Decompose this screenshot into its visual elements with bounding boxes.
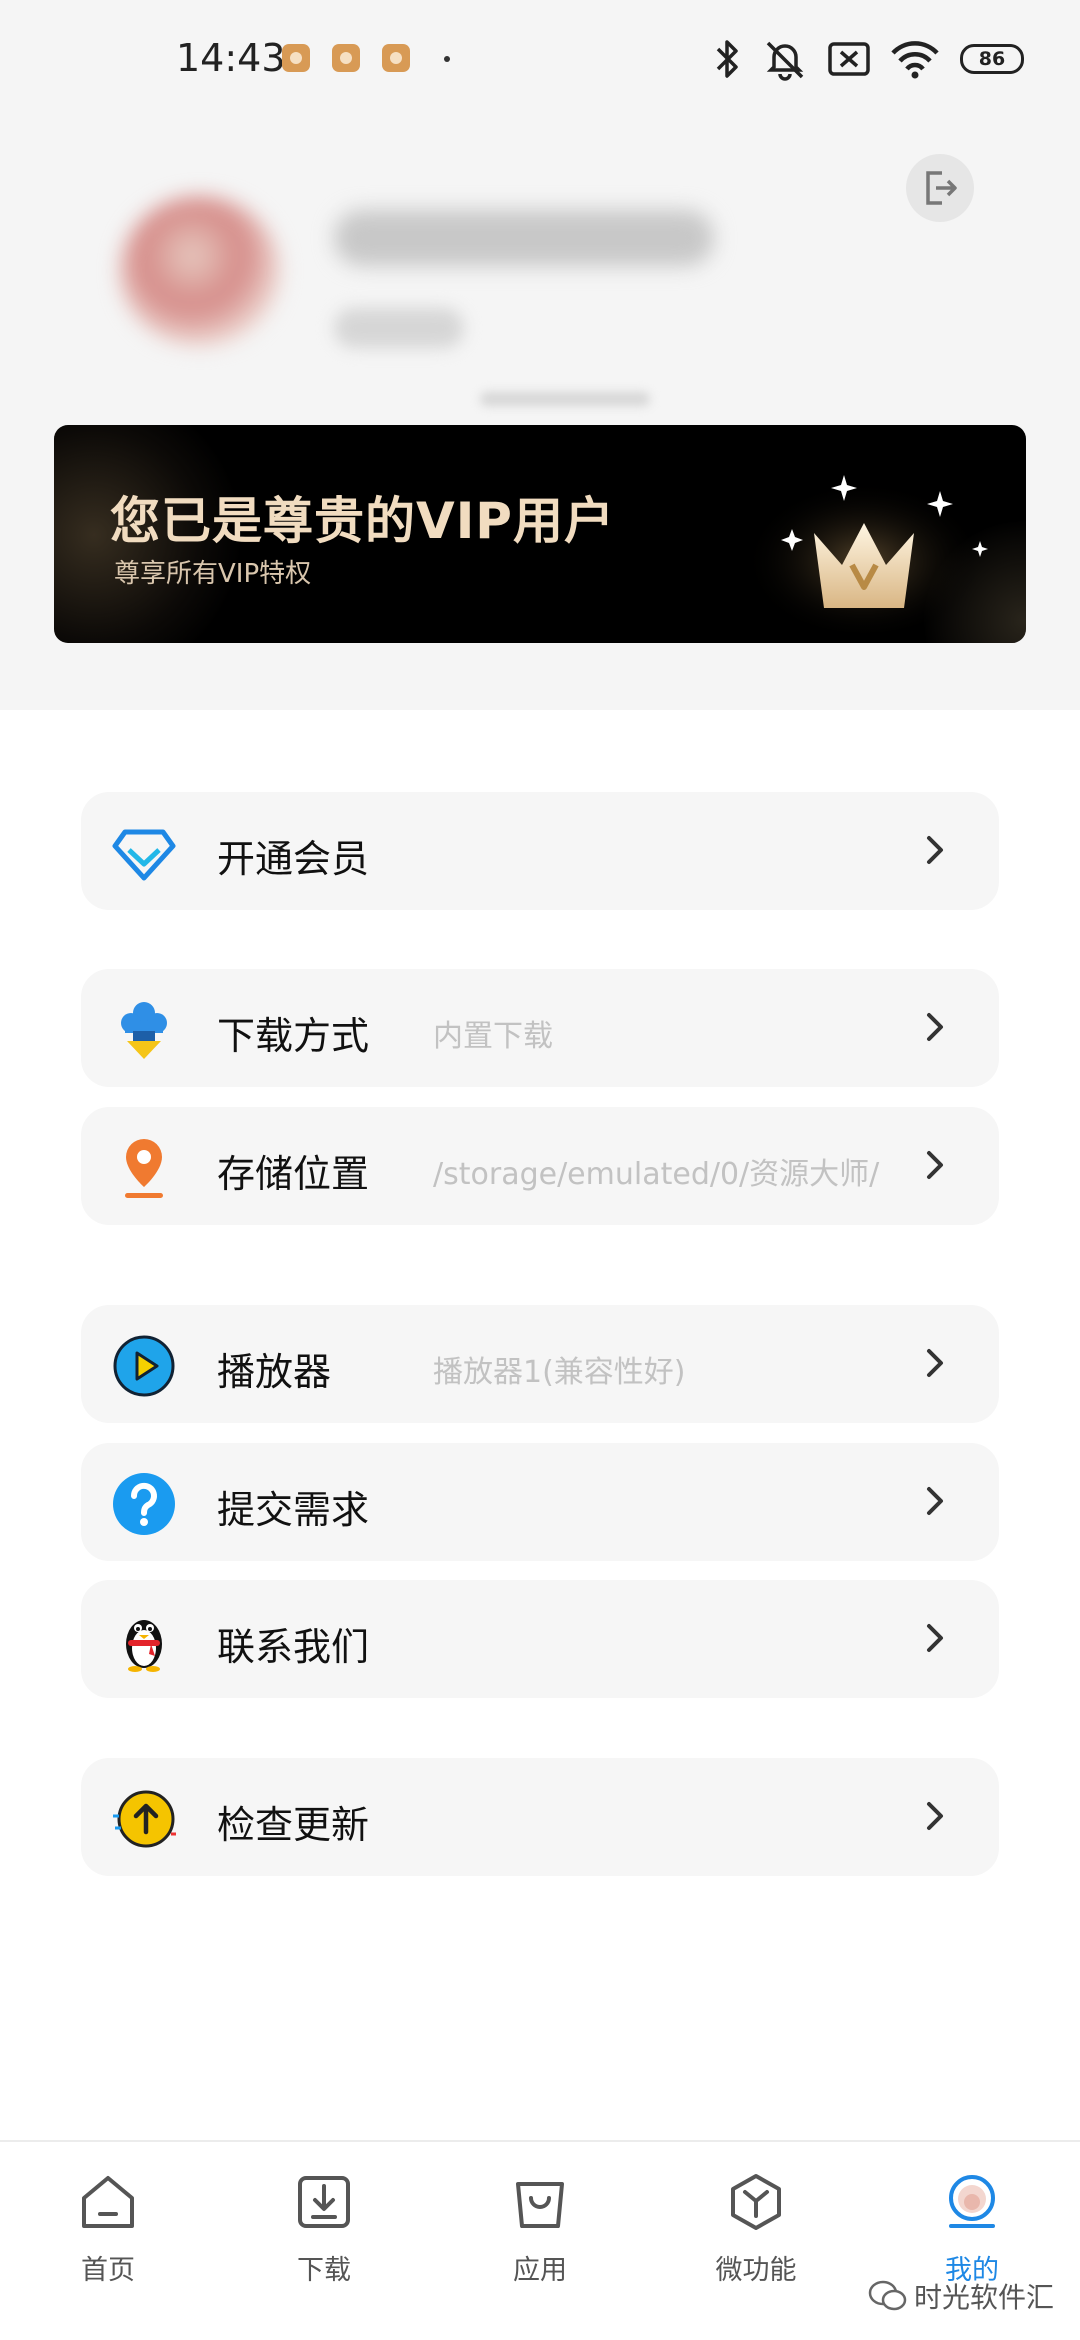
notification-icon <box>382 44 410 72</box>
menu-label: 存储位置 <box>217 1152 370 1196</box>
notification-icon <box>282 44 310 72</box>
more-notifications-dot <box>444 56 450 62</box>
profile-icon <box>949 2175 995 2228</box>
mute-bell-icon <box>766 41 804 81</box>
chevron-right-icon <box>927 1487 943 1515</box>
menu-check-update[interactable]: 检查更新 <box>81 1758 999 1876</box>
play-icon <box>113 1335 175 1397</box>
upload-arrow-icon <box>113 1790 176 1848</box>
cloud-download-icon <box>121 1002 167 1059</box>
menu-label: 检查更新 <box>217 1803 370 1847</box>
menu-label: 联系我们 <box>217 1625 370 1669</box>
menu-storage-location[interactable]: 存储位置 /storage/emulated/0/资源大师/ <box>81 1107 999 1225</box>
menu-submit-request[interactable]: 提交需求 <box>81 1443 999 1561</box>
nav-micro-functions[interactable]: 微功能 <box>686 2172 826 2312</box>
bag-icon <box>516 2182 564 2228</box>
logout-icon <box>926 171 957 205</box>
status-bar: 14:43 86 <box>0 0 1080 118</box>
location-pin-icon <box>125 1139 163 1198</box>
nav-apps[interactable]: 应用 <box>470 2172 610 2312</box>
menu-label: 提交需求 <box>217 1488 370 1532</box>
watermark: 时光软件汇 <box>868 2276 1054 2319</box>
chevron-right-icon <box>927 1802 943 1830</box>
user-avatar[interactable] <box>120 196 280 346</box>
user-nickname <box>334 210 714 266</box>
wechat-icon <box>868 2280 908 2319</box>
battery-indicator: 86 <box>960 44 1024 74</box>
user-info-line <box>480 392 650 406</box>
download-icon <box>298 2176 350 2228</box>
home-icon <box>82 2176 134 2228</box>
nav-label: 首页 <box>81 2255 135 2286</box>
vip-subtitle: 尊享所有VIP特权 <box>114 559 312 589</box>
cube-icon <box>731 2174 781 2230</box>
logout-button[interactable] <box>906 154 974 222</box>
chevron-right-icon <box>927 1624 943 1652</box>
menu-download-method[interactable]: 下载方式 内置下载 <box>81 969 999 1087</box>
menu-label: 开通会员 <box>217 837 370 881</box>
menu-value: /storage/emulated/0/资源大师/ <box>433 1157 880 1192</box>
menu-membership[interactable]: 开通会员 <box>81 792 999 910</box>
vip-title: 您已是尊贵的VIP用户 <box>110 492 615 550</box>
no-sim-icon <box>828 42 870 76</box>
status-icons: 86 <box>712 34 1024 84</box>
nav-label: 微功能 <box>715 2255 797 2286</box>
profile-page: 14:43 86 您已是尊贵的VIP用户 尊享所有VIP特权 开通会员 下载方式… <box>0 0 1080 2340</box>
menu-label: 下载方式 <box>217 1014 370 1058</box>
chevron-right-icon <box>927 836 943 864</box>
menu-player[interactable]: 播放器 播放器1(兼容性好) <box>81 1305 999 1423</box>
profile-header: 14:43 86 您已是尊贵的VIP用户 尊享所有VIP特权 <box>0 0 1080 710</box>
menu-contact-us[interactable]: 联系我们 <box>81 1580 999 1698</box>
menu-value: 播放器1(兼容性好) <box>433 1355 686 1390</box>
chevron-right-icon <box>927 1349 943 1377</box>
menu-label: 播放器 <box>217 1350 332 1394</box>
wifi-icon <box>891 41 939 79</box>
menu-value: 内置下载 <box>433 1019 553 1054</box>
crown-icon <box>744 473 988 633</box>
penguin-icon <box>126 1620 162 1672</box>
nav-label: 应用 <box>513 2255 567 2286</box>
notification-icon <box>332 44 360 72</box>
diamond-icon <box>112 829 176 881</box>
chevron-right-icon <box>927 1013 943 1041</box>
nav-download[interactable]: 下载 <box>254 2172 394 2312</box>
watermark-text: 时光软件汇 <box>914 2281 1055 2314</box>
question-icon <box>113 1473 175 1535</box>
nav-home[interactable]: 首页 <box>38 2172 178 2312</box>
nav-label: 下载 <box>297 2255 351 2286</box>
user-id <box>334 308 464 348</box>
chevron-right-icon <box>927 1151 943 1179</box>
bluetooth-icon <box>716 40 738 78</box>
status-time: 14:43 <box>176 36 286 80</box>
vip-banner[interactable]: 您已是尊贵的VIP用户 尊享所有VIP特权 <box>54 425 1026 643</box>
